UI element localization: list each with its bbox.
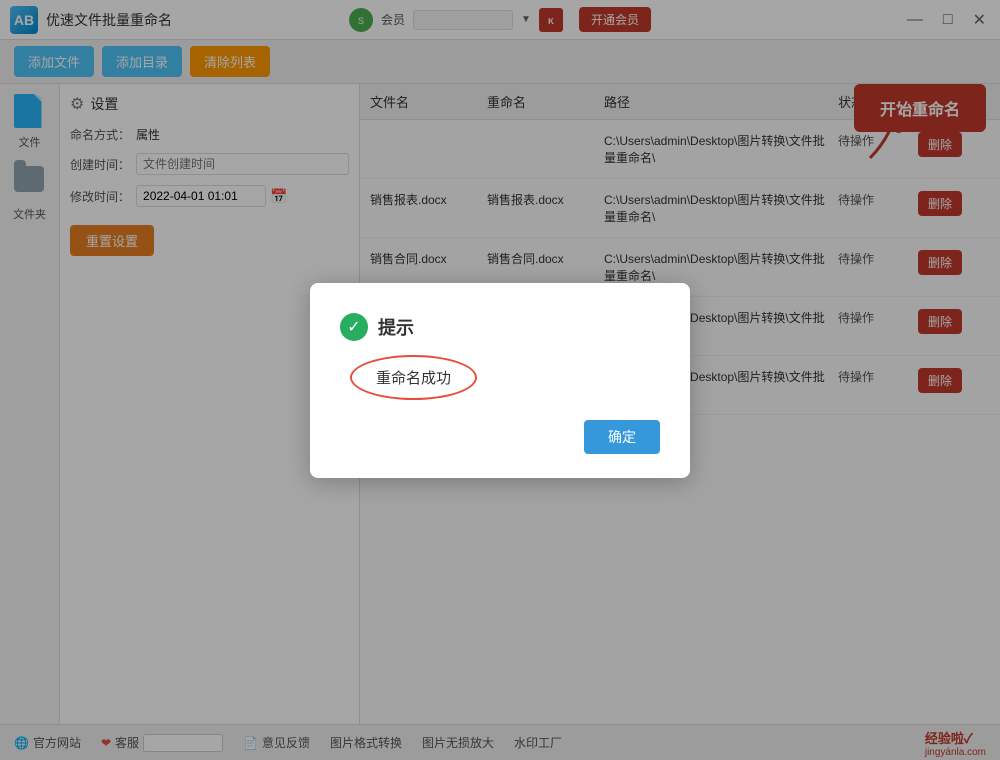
- modal-overlay: ✓ 提示 重命名成功 确定: [0, 0, 1000, 760]
- dialog-footer: 确定: [340, 420, 660, 454]
- dialog-title-row: ✓ 提示: [340, 313, 660, 341]
- confirm-button[interactable]: 确定: [584, 420, 660, 454]
- dialog-message-wrapper: 重命名成功: [350, 355, 477, 400]
- success-dialog: ✓ 提示 重命名成功 确定: [310, 283, 690, 478]
- dialog-title: 提示: [378, 314, 414, 340]
- dialog-message: 重命名成功: [376, 367, 451, 388]
- success-icon: ✓: [340, 313, 368, 341]
